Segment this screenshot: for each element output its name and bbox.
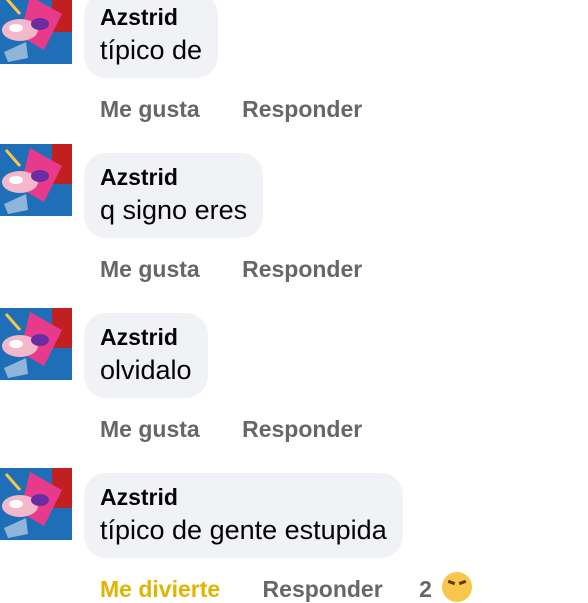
laughing-emoji-icon[interactable] — [442, 572, 473, 602]
avatar-illustration-icon — [0, 144, 72, 216]
comment-bubble: Azstrid típico de gente estupida — [84, 473, 403, 558]
comment-actions: Me gusta Responder — [100, 416, 362, 443]
like-button[interactable]: Me gusta — [100, 416, 200, 443]
comment-text: típico de gente estupida — [100, 515, 387, 545]
reply-button[interactable]: Responder — [242, 96, 362, 123]
reaction-count[interactable]: 2 — [419, 576, 432, 603]
avatar[interactable] — [0, 468, 72, 540]
avatar-illustration-icon — [0, 0, 72, 64]
like-button[interactable]: Me gusta — [100, 96, 200, 123]
comment-actions: Me gusta Responder — [100, 96, 362, 123]
avatar-illustration-icon — [0, 468, 72, 540]
comment-text: típico de — [100, 35, 203, 65]
like-button[interactable]: Me gusta — [100, 256, 200, 283]
avatar[interactable] — [0, 144, 72, 216]
comment-author[interactable]: Azstrid — [100, 322, 192, 352]
reply-button[interactable]: Responder — [242, 256, 362, 283]
comment-bubble: Azstrid olvidalo — [84, 313, 208, 398]
avatar[interactable] — [0, 0, 72, 64]
avatar-illustration-icon — [0, 308, 72, 380]
comment-author[interactable]: Azstrid — [100, 162, 247, 192]
comment-bubble: Azstrid típico de — [84, 0, 219, 78]
comment-actions: Me gusta Responder — [100, 256, 362, 283]
avatar[interactable] — [0, 308, 72, 380]
comment-author[interactable]: Azstrid — [100, 482, 387, 512]
comment-text: q signo eres — [100, 195, 248, 225]
like-button[interactable]: Me divierte — [100, 576, 220, 603]
reply-button[interactable]: Responder — [242, 416, 362, 443]
reply-button[interactable]: Responder — [263, 576, 383, 603]
comment-text: olvidalo — [100, 355, 192, 385]
comment-author[interactable]: Azstrid — [100, 2, 202, 32]
comment-bubble: Azstrid q signo eres — [84, 153, 264, 238]
